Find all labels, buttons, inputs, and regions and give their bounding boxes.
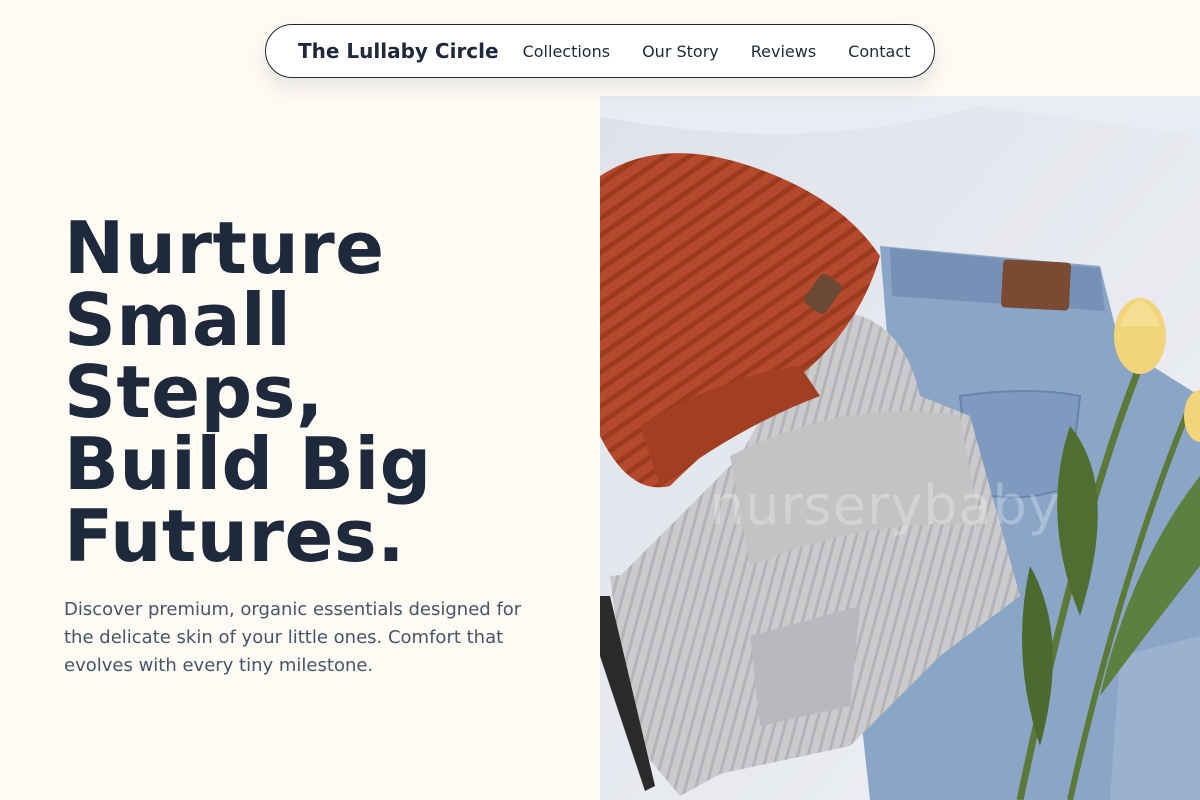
hero-subtitle: Discover premium, organic essentials des… (64, 599, 522, 676)
hero-title-line: Steps, (64, 350, 324, 434)
nav-links: Collections Our Story Reviews Contact (523, 42, 911, 61)
nav-link-collections[interactable]: Collections (523, 42, 610, 61)
hero-title: Nurture Small Steps, Build Big Futures. (64, 212, 584, 572)
landing-page: The Lullaby Circle Collections Our Story… (0, 0, 1200, 800)
hero-image: nurserybaby (600, 96, 1200, 800)
nav-link-reviews[interactable]: Reviews (751, 42, 816, 61)
nav-link-our-story[interactable]: Our Story (642, 42, 719, 61)
image-watermark: nurserybaby (710, 474, 1061, 537)
hero-title-line: Futures. (64, 494, 406, 578)
clothing-flatlay-illustration (600, 96, 1200, 800)
hero-title-line: Small (64, 278, 292, 362)
hero-title-line: Build Big (64, 422, 432, 506)
brand-logo[interactable]: The Lullaby Circle (298, 39, 499, 63)
nav-link-contact[interactable]: Contact (848, 42, 910, 61)
hero-title-line: Nurture (64, 206, 385, 290)
top-nav: The Lullaby Circle Collections Our Story… (265, 24, 935, 78)
